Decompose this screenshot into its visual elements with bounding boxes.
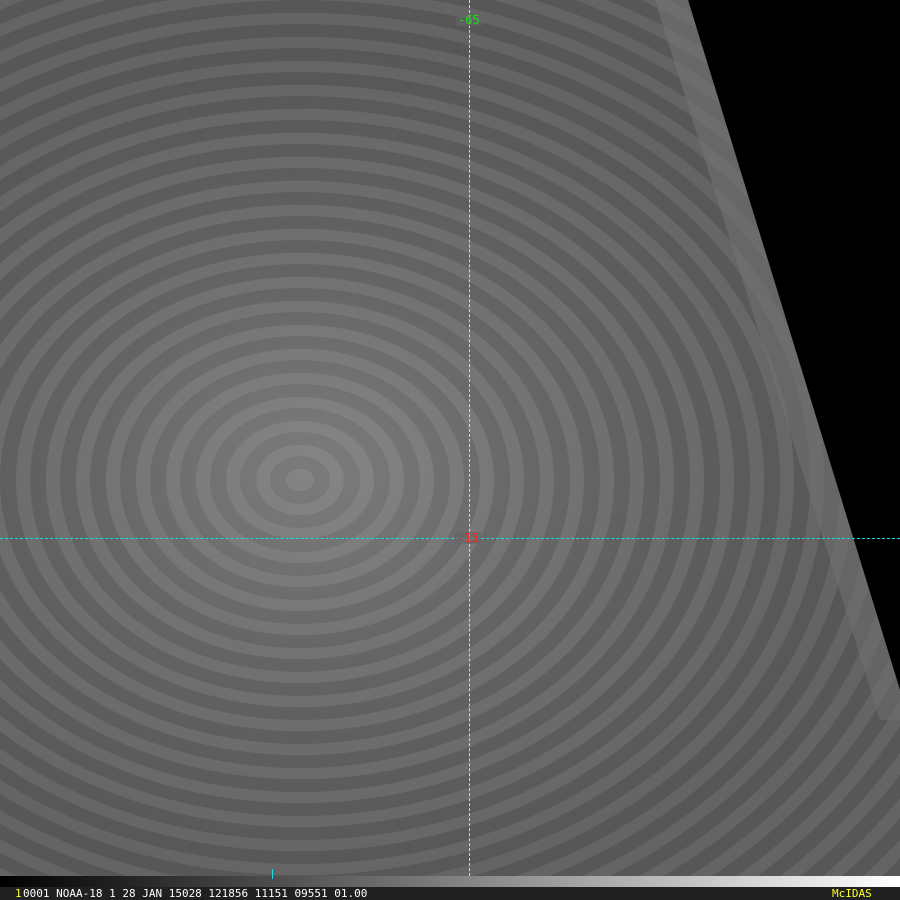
colorbar-marker <box>272 869 273 879</box>
mcidas-brand: McIDAS <box>832 887 872 900</box>
grayscale-colorbar <box>0 869 900 887</box>
satellite-imagery <box>0 0 900 876</box>
latitude-line <box>0 538 900 539</box>
longitude-line <box>469 0 470 876</box>
satellite-image-viewer: -65 -15 1 0001 NOAA-18 1 28 JAN 15028 12… <box>0 0 900 900</box>
frame-number: 1 <box>15 887 22 900</box>
image-info-text: 0001 NOAA-18 1 28 JAN 15028 121856 11151… <box>23 887 368 900</box>
latitude-label: -15 <box>455 531 481 545</box>
info-bar: 1 0001 NOAA-18 1 28 JAN 15028 121856 111… <box>0 887 900 900</box>
longitude-label: -65 <box>456 13 482 27</box>
